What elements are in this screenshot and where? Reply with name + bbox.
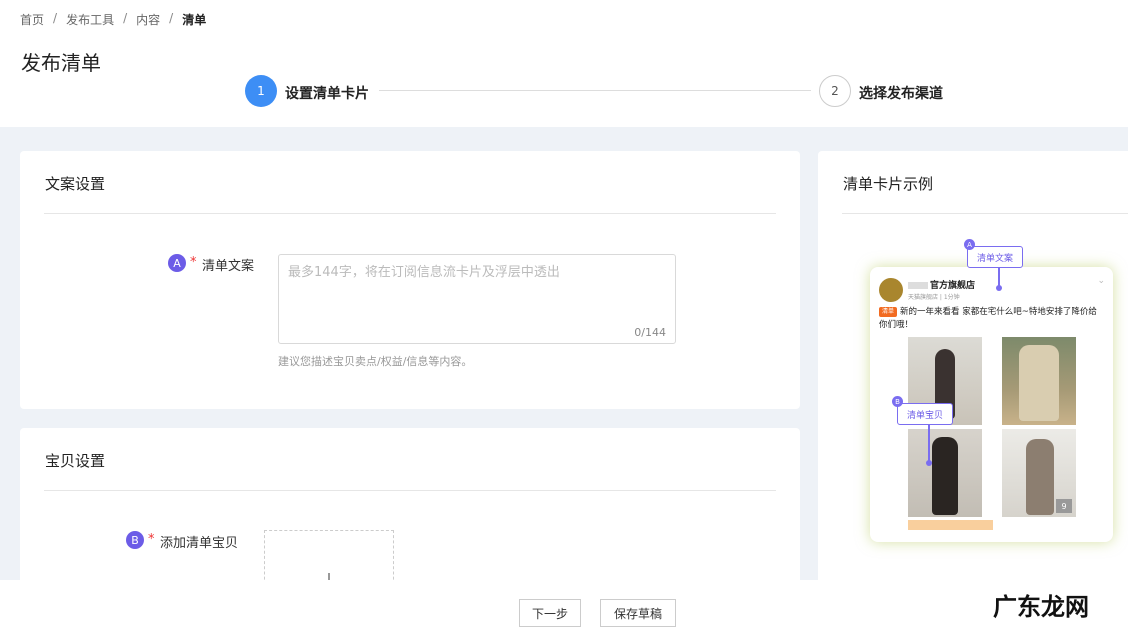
next-step-button[interactable]: 下一步 (519, 599, 581, 627)
model-figure (1019, 345, 1059, 421)
model-figure (1026, 439, 1054, 515)
badge-a-icon: A (168, 254, 186, 272)
price-strip (908, 520, 993, 530)
image-count: 9 (1056, 499, 1072, 513)
copy-placeholder: 最多144字，将在订阅信息流卡片及浮层中透出 (288, 265, 560, 280)
required-mark: * (148, 532, 155, 547)
blurred-text (908, 282, 928, 289)
divider (44, 490, 776, 491)
preview-title: 清单卡片示例 (843, 175, 934, 193)
product-image: 9 (1002, 429, 1076, 517)
preview-card: 清单卡片示例 官方旗舰店 天猫旗舰店 | 1分钟 ⌄ 清单 新的一年来看看 家都在… (818, 151, 1128, 591)
breadcrumb-separator: / (53, 11, 58, 25)
required-mark: * (190, 255, 197, 270)
model-figure (932, 437, 958, 515)
shop-name: 官方旗舰店 (908, 278, 975, 291)
shop-sub: 天猫旗舰店 | 1分钟 (908, 294, 960, 301)
item-settings-card: 宝贝设置 B * 添加清单宝贝 (20, 428, 800, 590)
product-image (908, 429, 982, 517)
callout-dot (926, 460, 932, 466)
item-settings-title: 宝贝设置 (45, 452, 106, 470)
callout-b-badge: B (892, 396, 903, 407)
callout-items: 清单宝贝 (897, 403, 954, 425)
post-text: 清单 新的一年来看看 家都在宅什么吧~特地安排了降价给你们哦！ (879, 306, 1097, 330)
callout-copy: 清单文案 (967, 246, 1024, 268)
step-connector (379, 90, 811, 91)
list-tag: 清单 (879, 306, 898, 317)
breadcrumb-content[interactable]: 内容 (136, 11, 160, 28)
chevron-down-icon: ⌄ (1097, 276, 1105, 286)
product-image (1002, 337, 1076, 425)
save-draft-button[interactable]: 保存草稿 (600, 599, 676, 627)
copy-field-label: 清单文案 (202, 259, 255, 274)
step-1-circle: 1 (245, 75, 277, 107)
copy-settings-title: 文案设置 (45, 175, 106, 193)
footer-bar: 下一步 保存草稿 (0, 580, 1128, 631)
char-counter: 0/144 (634, 326, 666, 339)
breadcrumb-separator: / (169, 11, 174, 25)
breadcrumb-home[interactable]: 首页 (20, 11, 44, 28)
watermark: 广东龙网 (993, 592, 1089, 621)
page-header: 首页 / 发布工具 / 内容 / 清单 发布清单 1 设置清单卡片 2 选择发布… (0, 0, 1128, 127)
breadcrumb: 首页 / 发布工具 / 内容 / 清单 (20, 11, 206, 28)
callout-a-badge: A (964, 239, 975, 250)
badge-b-icon: B (126, 531, 144, 549)
step-1-label: 设置清单卡片 (285, 86, 369, 102)
breadcrumb-current: 清单 (182, 13, 207, 27)
step-indicator: 1 设置清单卡片 2 选择发布渠道 (245, 75, 965, 107)
copy-hint: 建议您描述宝贝卖点/权益/信息等内容。 (278, 355, 473, 368)
step-2-circle: 2 (819, 75, 851, 107)
shop-avatar (879, 278, 903, 302)
callout-dot (996, 285, 1002, 291)
copy-textarea[interactable]: 最多144字，将在订阅信息流卡片及浮层中透出 0/144 (278, 254, 676, 344)
callout-line (928, 423, 930, 463)
page-title: 发布清单 (21, 51, 101, 75)
divider (842, 213, 1128, 214)
breadcrumb-separator: / (123, 11, 128, 25)
copy-settings-card: 文案设置 A * 清单文案 最多144字，将在订阅信息流卡片及浮层中透出 0/1… (20, 151, 800, 409)
add-items-label: 添加清单宝贝 (160, 536, 239, 551)
breadcrumb-publish-tools[interactable]: 发布工具 (66, 11, 114, 28)
step-2-label: 选择发布渠道 (859, 86, 943, 102)
divider (44, 213, 776, 214)
